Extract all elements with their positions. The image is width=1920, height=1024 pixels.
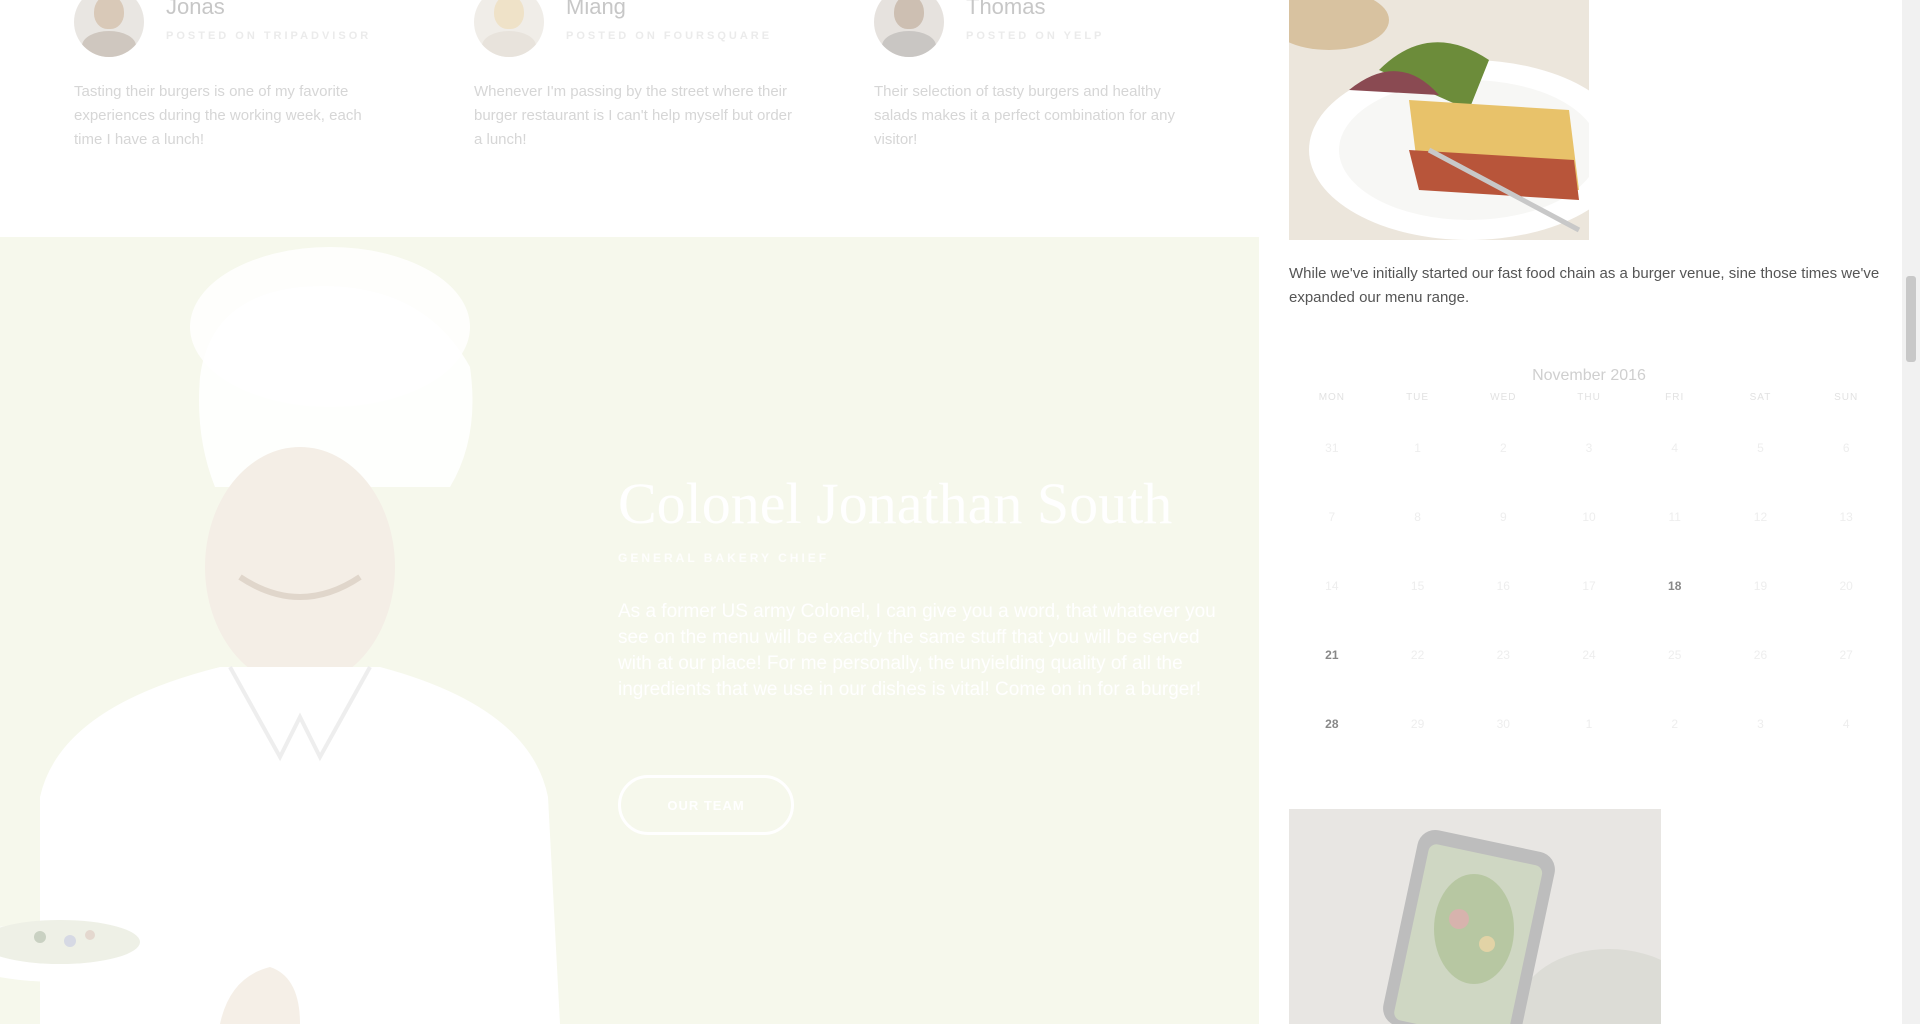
calendar-day: 11 <box>1668 510 1681 524</box>
phone-salad-photo <box>1289 809 1661 1024</box>
calendar-day: 1 <box>1585 717 1593 731</box>
calendar-day: 2 <box>1499 441 1507 455</box>
calendar-day: 14 <box>1325 579 1339 593</box>
calendar-day: 29 <box>1410 717 1425 731</box>
calendar-day: 1 <box>1414 441 1421 455</box>
calendar-day: 3 <box>1757 717 1764 731</box>
calendar-day: 23 <box>1496 648 1510 662</box>
calendar-week: 21 22 23 24 25 26 27 <box>1289 621 1889 690</box>
testimonial-name: Miang <box>566 0 626 19</box>
calendar-day: 30 <box>1496 717 1510 731</box>
calendar-widget: November 2016 MON TUE WED THU FRI SAT SU… <box>1289 364 1889 759</box>
calendar-week: 31 1 2 3 4 5 6 <box>1289 414 1889 483</box>
scrollbar-thumb[interactable] <box>1906 276 1916 362</box>
testimonial-source: POSTED ON TRIPADVISOR <box>166 30 372 42</box>
calendar-day: 7 <box>1328 510 1336 524</box>
testimonial-name: Thomas <box>966 0 1046 19</box>
calendar-day: 8 <box>1414 510 1421 524</box>
about-text: While we've initially started our fast f… <box>1289 265 1880 306</box>
calendar-day: 22 <box>1410 648 1425 662</box>
calendar-day: 25 <box>1668 648 1682 662</box>
avatar <box>874 0 944 57</box>
chef-photo <box>0 247 560 1024</box>
calendar-day: 15 <box>1410 579 1425 593</box>
calendar-day: 12 <box>1753 510 1768 524</box>
lasagna-photo <box>1289 0 1589 240</box>
testimonial-text: Whenever I'm passing by the street where… <box>474 83 793 148</box>
calendar-day: 17 <box>1582 579 1596 593</box>
calendar-caption: November 2016 <box>1532 367 1646 384</box>
sidebar: While we've initially started our fast f… <box>1259 0 1900 1024</box>
our-team-button[interactable]: OUR TEAM <box>618 775 794 835</box>
calendar-day: 4 <box>1671 441 1679 455</box>
testimonial-source: POSTED ON YELP <box>966 30 1105 42</box>
calendar-day: 3 <box>1585 441 1593 455</box>
calendar-day: 4 <box>1842 717 1850 731</box>
weekday-label: MON <box>1318 392 1346 403</box>
calendar-day: 9 <box>1499 510 1507 524</box>
calendar-day-link[interactable]: 18 <box>1632 552 1718 621</box>
calendar-day: 6 <box>1842 441 1850 455</box>
calendar-day: 24 <box>1582 648 1596 662</box>
calendar-week: 14 15 16 17 18 19 20 <box>1289 552 1889 621</box>
calendar-day-link[interactable]: 21 <box>1289 621 1375 690</box>
weekday-label: FRI <box>1665 392 1685 403</box>
calendar-day: 20 <box>1839 579 1853 593</box>
testimonial-text: Their selection of tasty burgers and hea… <box>874 83 1175 148</box>
avatar <box>474 0 544 57</box>
calendar-day: 16 <box>1496 579 1510 593</box>
chef-hero-section: Colonel Jonathan South GENERAL BAKERY CH… <box>0 237 1259 1024</box>
weekday-label: THU <box>1577 392 1601 403</box>
calendar-weekdays: MON TUE WED THU FRI SAT SUN <box>1289 392 1889 414</box>
calendar-day: 27 <box>1839 648 1853 662</box>
weekday-label: SAT <box>1749 392 1772 403</box>
calendar-day-link[interactable]: 28 <box>1289 690 1375 759</box>
calendar-day: 26 <box>1753 648 1768 662</box>
calendar-day: 10 <box>1582 510 1596 524</box>
hero-title: Colonel Jonathan South <box>618 471 1173 536</box>
calendar-day: 5 <box>1757 441 1764 455</box>
calendar-day: 19 <box>1753 579 1768 593</box>
calendar-day: 31 <box>1325 441 1339 455</box>
page-scrollbar[interactable] <box>1902 0 1920 1024</box>
calendar-week: 28 29 30 1 2 3 4 <box>1289 690 1889 759</box>
avatar <box>74 0 144 57</box>
weekday-label: SUN <box>1834 392 1859 403</box>
testimonial-name: Jonas <box>166 0 225 19</box>
calendar-day: 2 <box>1671 717 1679 731</box>
hero-subtitle: GENERAL BAKERY CHIEF <box>618 551 830 565</box>
calendar-week: 7 8 9 10 11 12 13 <box>1289 483 1889 552</box>
testimonials-section: Jonas POSTED ON TRIPADVISOR Tasting thei… <box>0 0 1259 237</box>
testimonial-text: Tasting their burgers is one of my favor… <box>74 83 362 148</box>
weekday-label: WED <box>1490 392 1517 403</box>
calendar-day: 13 <box>1839 510 1853 524</box>
testimonial-source: POSTED ON FOURSQUARE <box>566 30 773 42</box>
hero-description: As a former US army Colonel, I can give … <box>618 601 1216 700</box>
weekday-label: TUE <box>1406 392 1430 403</box>
